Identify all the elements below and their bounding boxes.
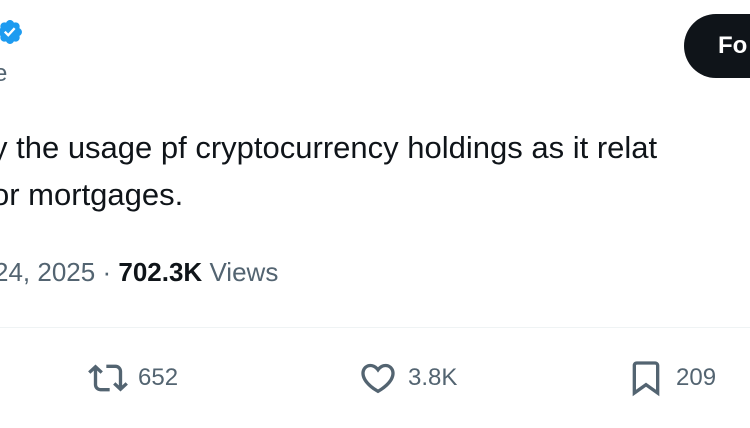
retweet-count: 652 — [138, 364, 179, 391]
views-count: 702.3K — [118, 257, 203, 287]
follow-button[interactable]: Fo — [684, 14, 750, 78]
user-handle[interactable]: e — [0, 60, 7, 88]
retweet-icon — [88, 364, 128, 392]
like-count: 3.8K — [408, 364, 458, 391]
tweet-date[interactable]: 24, 2025 — [0, 257, 95, 287]
tweet-text-line-1: y the usage pf cryptocurrency holdings a… — [0, 130, 658, 165]
divider — [0, 327, 750, 328]
views-label: Views — [209, 257, 279, 287]
tweet-meta: 24, 2025 · 702.3K Views — [0, 256, 278, 288]
tweet-text-line-2: or mortgages. — [0, 177, 184, 212]
bookmark-button[interactable]: 209 — [626, 356, 716, 400]
like-button[interactable]: 3.8K — [358, 356, 457, 400]
retweet-button[interactable]: 652 — [88, 356, 178, 400]
bookmark-icon — [632, 361, 660, 397]
tweet-detail: e Fo y the usage pf cryptocurrency holdi… — [0, 0, 750, 428]
verified-badge-icon — [0, 20, 22, 44]
bookmark-count: 209 — [676, 364, 717, 391]
heart-icon — [361, 363, 395, 394]
tweet-text: y the usage pf cryptocurrency holdings a… — [0, 124, 750, 218]
meta-separator: · — [102, 257, 112, 287]
